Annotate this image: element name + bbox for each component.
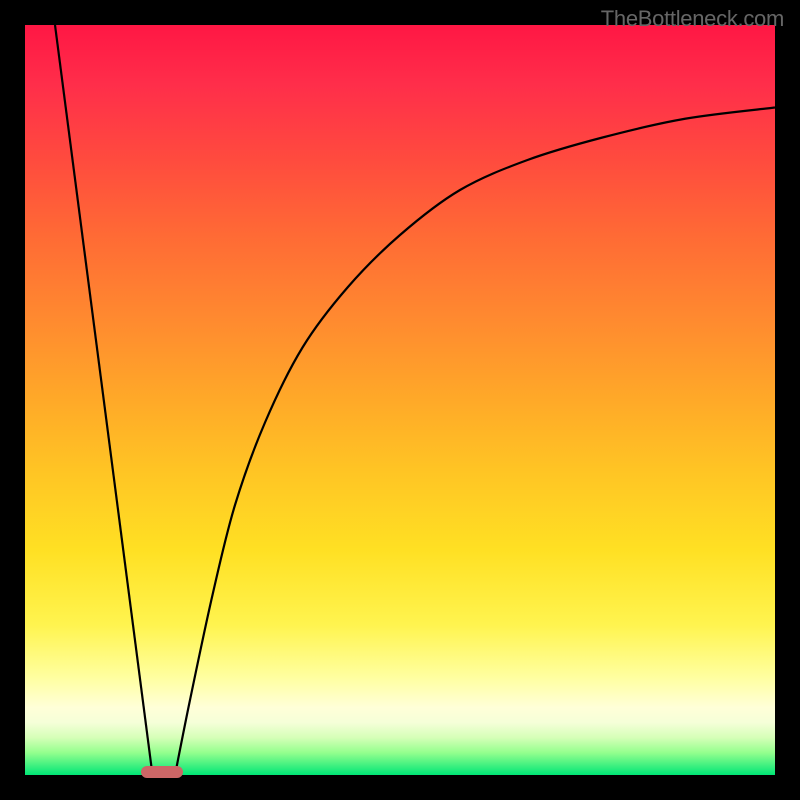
bottleneck-curve — [25, 25, 775, 775]
left-descent-line — [55, 25, 153, 775]
optimal-range-marker — [141, 766, 182, 778]
right-ascent-curve — [175, 108, 775, 776]
